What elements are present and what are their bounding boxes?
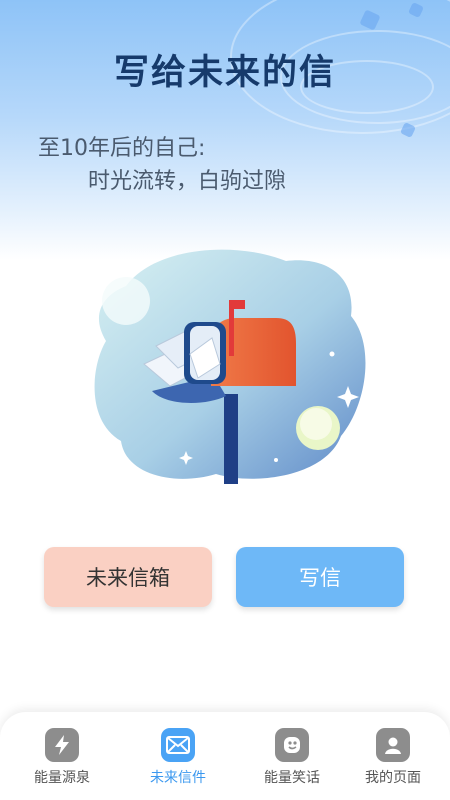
bottom-tab-bar: 能量源泉 未来信件 能量笑话 我的页面	[0, 712, 450, 800]
tab-label: 能量笑话	[264, 770, 320, 786]
tab-my-page[interactable]: 我的页面	[343, 728, 443, 798]
decor-circle	[102, 277, 150, 325]
star-dot	[329, 351, 335, 357]
letter-salutation: 至10年后的自己:	[38, 136, 206, 161]
future-mailbox-button[interactable]: 未来信箱	[44, 547, 212, 607]
letter-text: 时光流转，白驹过隙	[88, 169, 287, 194]
mailbox-post	[224, 394, 238, 484]
page-title: 写给未来的信	[113, 53, 336, 93]
smile-icon	[275, 728, 309, 762]
tab-label: 未来信件	[150, 770, 206, 786]
person-icon	[376, 728, 410, 762]
envelope-icon	[161, 728, 195, 762]
tab-energy-jokes[interactable]: 能量笑话	[242, 728, 342, 798]
tab-energy-source[interactable]: 能量源泉	[12, 728, 112, 798]
tab-future-letters[interactable]: 未来信件	[128, 728, 228, 798]
mailbox-flag	[229, 300, 245, 309]
mailbox-illustration	[94, 249, 366, 484]
moon-inner	[300, 408, 332, 440]
lightning-icon	[45, 728, 79, 762]
write-letter-button[interactable]: 写信	[236, 547, 404, 607]
star-dot	[274, 458, 278, 462]
tab-label: 我的页面	[365, 770, 421, 786]
tab-label: 能量源泉	[34, 770, 90, 786]
